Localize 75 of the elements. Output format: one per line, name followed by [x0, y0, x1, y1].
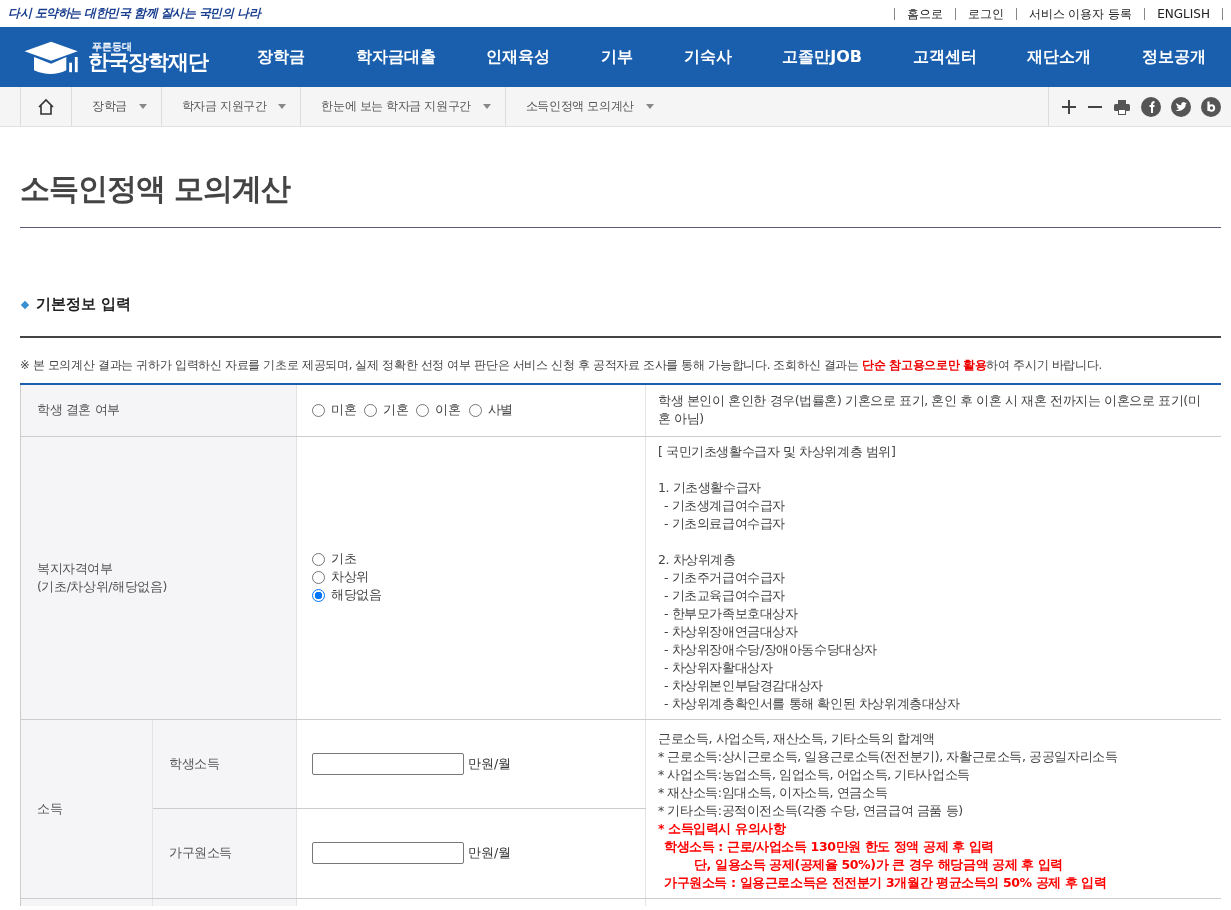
description-text: - 차상위장애연금대상자 — [663, 622, 799, 641]
breadcrumb-dropdown[interactable]: 학자금 지원구간 — [181, 98, 287, 115]
description-text: - 차상위장애수당/장애아동수당대상자 — [663, 640, 879, 659]
row-label-note: (기초/차상위/해당없음) — [37, 577, 168, 596]
radio-label[interactable]: 이혼 — [435, 401, 461, 419]
description-text: * 기타소득:공적이전소득(각종 수당, 연금급여 금품 등) — [658, 801, 964, 820]
nav-menu-item[interactable]: 학자금대출 — [355, 46, 436, 68]
slogan-text: 다시 도약하는 대한민국 함께 잘사는 국민의 나라 — [8, 5, 261, 22]
description-text: - 기초생계급여수급자 — [663, 496, 787, 515]
top-link[interactable]: ENGLISH — [1144, 7, 1223, 20]
breadcrumb-dropdown[interactable]: 장학금 — [92, 98, 147, 115]
input-field[interactable] — [312, 752, 464, 775]
description-text: - 기초주거급여수급자 — [663, 568, 787, 587]
nav-menu-item[interactable]: 재단소개 — [1027, 46, 1092, 68]
description-text: 학생 본인이 혼인한 경우(법률혼) 기혼으로 표기, 혼인 후 이혼 시 재혼 전까지는 이혼으로 표기(미혼 아님) — [658, 392, 1202, 429]
description-text: - 한부모가족보호대상자 — [663, 604, 799, 623]
caret-icon[interactable] — [278, 104, 287, 109]
top-link[interactable]: 서비스 이용자 등록 — [1015, 7, 1145, 20]
logo-name[interactable]: 한국장학재단 — [88, 51, 208, 73]
radio-label[interactable]: 사별 — [487, 401, 513, 419]
description-text: 2. 차상위계층 — [658, 550, 737, 569]
row-label: 소득 — [20, 719, 153, 898]
description-text: 가구원소득 : 일용근로소득은 전전분기 3개월간 평균소득의 50% 공제 후 입력 — [663, 873, 1108, 892]
print-icon[interactable] — [1113, 97, 1131, 116]
field-label: 학생소득 — [152, 719, 297, 809]
description-text: * 재산소득:임대소득, 이자소득, 연금소득 — [658, 783, 889, 802]
row-label: 학생 결혼 여부 — [20, 384, 297, 436]
facebook-icon[interactable] — [1141, 96, 1161, 117]
nav-menu-item[interactable]: 기숙사 — [683, 46, 732, 68]
nav-menu-item[interactable]: 정보공개 — [1141, 46, 1206, 68]
nav-menu-item[interactable]: 고졸만JOB — [782, 46, 862, 68]
unit-text: 만원/월 — [468, 755, 512, 771]
description-text: - 기초의료급여수급자 — [663, 514, 787, 533]
top-link[interactable]: 로그인 — [954, 7, 1016, 20]
breadcrumb-dropdown[interactable]: 소득인정액 모의계산 — [525, 98, 654, 115]
caret-icon[interactable] — [482, 104, 491, 109]
breadcrumb-dropdown[interactable]: 한눈에 보는 학자금 지원구간 — [321, 98, 491, 115]
description-text: 학생소득 : 근로/사업소득 130만원 한도 정액 공제 후 입력 — [663, 837, 995, 856]
radio-label[interactable]: 기초 — [331, 551, 357, 568]
page-title: 소득인정액 모의계산 — [20, 170, 292, 208]
zoom-in-icon[interactable] — [1061, 98, 1077, 115]
description-text: * 근로소득:상시근로소득, 일용근로소득(전전분기), 자활근로소득, 공공일자리소득 — [658, 747, 1119, 766]
top-link[interactable]: 홈으로 — [893, 7, 955, 20]
description-text: [ 국민기초생활수급자 및 차상위계층 범위] — [658, 442, 897, 461]
description-text: - 차상위계층확인서를 통해 확인된 차상위계층대상자 — [663, 694, 961, 713]
description-text: - 기초교육급여수급자 — [663, 586, 787, 605]
diamond-bullet-icon — [20, 300, 30, 309]
input-field[interactable] — [312, 842, 464, 865]
radio-button[interactable] — [312, 589, 325, 602]
home-icon[interactable] — [37, 97, 55, 116]
caret-icon[interactable] — [138, 104, 147, 109]
radio-label[interactable]: 차상위 — [331, 569, 369, 586]
blog-icon[interactable] — [1201, 96, 1221, 117]
description-text: - 차상위자활대상자 — [663, 658, 774, 677]
row-label: 복지자격여부 — [37, 559, 114, 578]
description-text: * 소득입력시 유의사항 — [658, 819, 787, 838]
section-title: 기본정보 입력 — [36, 295, 132, 314]
nav-menu-item[interactable]: 기부 — [601, 46, 633, 68]
radio-label[interactable]: 기혼 — [383, 401, 409, 419]
logo-tagline: 푸른등대 — [92, 41, 132, 52]
twitter-icon[interactable] — [1171, 96, 1191, 117]
caret-icon[interactable] — [645, 104, 654, 109]
description-text: * 사업소득:농업소득, 임업소득, 어업소득, 기타사업소득 — [658, 765, 971, 784]
nav-menu-item[interactable]: 인재육성 — [486, 46, 551, 68]
nav-menu-item[interactable]: 고객센터 — [912, 46, 977, 68]
description-text: - 차상위본인부담경감대상자 — [663, 676, 824, 695]
radio-label[interactable]: 미혼 — [331, 401, 357, 419]
nav-menu-item[interactable]: 장학금 — [257, 46, 306, 68]
unit-text: 만원/월 — [468, 844, 512, 860]
description-text: 근로소득, 사업소득, 재산소득, 기타소득의 합계액 — [658, 729, 936, 748]
radio-label[interactable]: 해당없음 — [331, 587, 382, 604]
description-text: 단, 일용소득 공제(공제율 50%)가 큰 경우 해당금액 공제 후 입력 — [693, 855, 1065, 874]
notice-text: ※ 본 모의계산 결과는 귀하가 입력하신 자료를 기초로 제공되며, 실제 정확한 선정 여부 판단은 서비스 신청 후 공적자료 조사를 통해 가능합니다. 조회하신 결과는 단순 참고용으로만 활용하여 주시기 바랍니다. — [20, 358, 1103, 373]
field-label: 가구원소득 — [152, 808, 297, 898]
description-text: 1. 기초생활수급자 — [658, 478, 762, 497]
